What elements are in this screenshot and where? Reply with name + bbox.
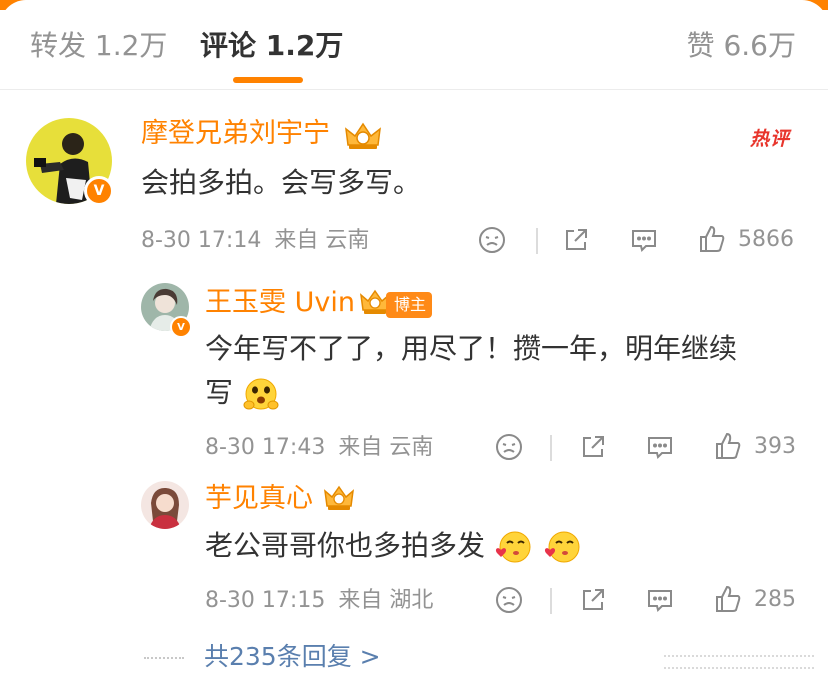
comments-panel: 转发 1.2万 评论 1.2万 赞 6.6万 V 摩登兄弟刘宇宁 热评 会拍多拍… (0, 0, 828, 687)
avatar[interactable] (141, 481, 189, 529)
tab-likes[interactable]: 赞 6.6万 (687, 26, 796, 66)
like-icon (716, 585, 741, 612)
reply-text: 老公哥哥你也多拍多发 (205, 525, 805, 567)
share-button[interactable] (579, 433, 607, 461)
reply-source: 来自 云南 (338, 435, 434, 460)
kiss-face-icon (495, 531, 531, 563)
hot-comment-badge: 热评 (750, 128, 791, 150)
comment-source: 来自 云南 (274, 228, 370, 253)
watermark (664, 655, 814, 669)
divider (144, 657, 184, 659)
reply-username[interactable]: 芋见真心 (205, 481, 313, 517)
dislike-button[interactable] (495, 586, 523, 614)
like-icon (716, 432, 741, 459)
divider (550, 588, 552, 614)
reply-time: 8-30 17:15 (205, 588, 326, 613)
divider (550, 435, 552, 461)
verified-icon: V (170, 316, 192, 338)
dislike-button[interactable] (495, 433, 523, 461)
like-button[interactable]: 393 (714, 431, 796, 461)
dislike-icon (496, 434, 522, 460)
reply-text-line: 今年写不了了，用尽了！攒一年，明年继续 (205, 332, 738, 365)
kiss-face-icon (544, 531, 580, 563)
share-button[interactable] (579, 586, 607, 614)
crown-icon (324, 485, 354, 510)
comment-icon (632, 230, 656, 252)
like-count: 393 (754, 433, 796, 459)
reply-button[interactable] (630, 226, 658, 254)
reply-source: 来自 湖北 (338, 588, 434, 613)
active-tab-indicator (233, 77, 303, 83)
reply-text-body: 老公哥哥你也多拍多发 (205, 529, 486, 562)
hug-face-icon (243, 378, 279, 410)
divider (536, 228, 538, 254)
reply-meta: 8-30 17:15 来自 湖北 (205, 586, 433, 616)
dislike-icon (479, 227, 505, 253)
comment-text: 会拍多拍。会写多写。 (141, 166, 422, 199)
tab-bar: 转发 1.2万 评论 1.2万 赞 6.6万 (0, 0, 828, 90)
like-count: 5866 (738, 226, 794, 252)
comment-icon (648, 590, 672, 612)
share-button[interactable] (562, 226, 590, 254)
reply-time: 8-30 17:43 (205, 435, 326, 460)
like-button[interactable]: 5866 (698, 224, 794, 254)
dislike-button[interactable] (478, 226, 506, 254)
reply-text: 今年写不了了，用尽了！攒一年，明年继续 写 (205, 328, 805, 414)
reply-username[interactable]: 王玉雯 Uvin (205, 285, 355, 321)
like-button[interactable]: 285 (714, 584, 796, 614)
share-icon (583, 436, 604, 457)
blogger-tag: 博主 (386, 292, 433, 318)
reply-text-line: 写 (205, 372, 805, 414)
more-replies-link[interactable]: 共235条回复 > (204, 640, 381, 674)
comment-time: 8-30 17:14 (141, 228, 262, 253)
comment-icon (648, 437, 672, 459)
comment-username[interactable]: 摩登兄弟刘宇宁 (141, 116, 330, 152)
reply-meta: 8-30 17:43 来自 云南 (205, 433, 433, 463)
like-count: 285 (754, 586, 796, 612)
like-icon (700, 225, 725, 252)
tab-repost[interactable]: 转发 1.2万 (30, 26, 167, 66)
tab-comments[interactable]: 评论 1.2万 (200, 26, 343, 66)
share-icon (583, 589, 604, 610)
crown-icon (345, 122, 381, 149)
reply-button[interactable] (646, 586, 674, 614)
reply-text-tail: 写 (205, 376, 234, 409)
verified-icon: V (84, 176, 114, 206)
share-icon (566, 229, 587, 250)
reply-button[interactable] (646, 433, 674, 461)
comment-meta: 8-30 17:14 来自 云南 (141, 226, 369, 256)
dislike-icon (496, 587, 522, 613)
